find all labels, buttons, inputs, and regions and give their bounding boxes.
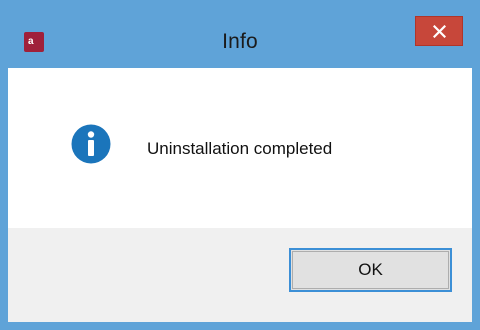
dialog-client-area: Uninstallation completed OK — [8, 68, 472, 322]
button-bar: OK — [8, 228, 472, 322]
close-icon — [433, 25, 446, 38]
dialog-window: a Info Uninstallation completed OK — [0, 0, 480, 330]
info-icon — [71, 124, 111, 164]
dialog-message: Uninstallation completed — [147, 139, 333, 158]
close-button[interactable] — [415, 16, 463, 46]
window-title: Info — [222, 30, 258, 53]
ok-button-label: OK — [358, 260, 383, 279]
title-bar[interactable]: a Info — [0, 0, 480, 70]
message-area: Uninstallation completed — [8, 68, 472, 228]
ok-button[interactable]: OK — [289, 248, 452, 292]
